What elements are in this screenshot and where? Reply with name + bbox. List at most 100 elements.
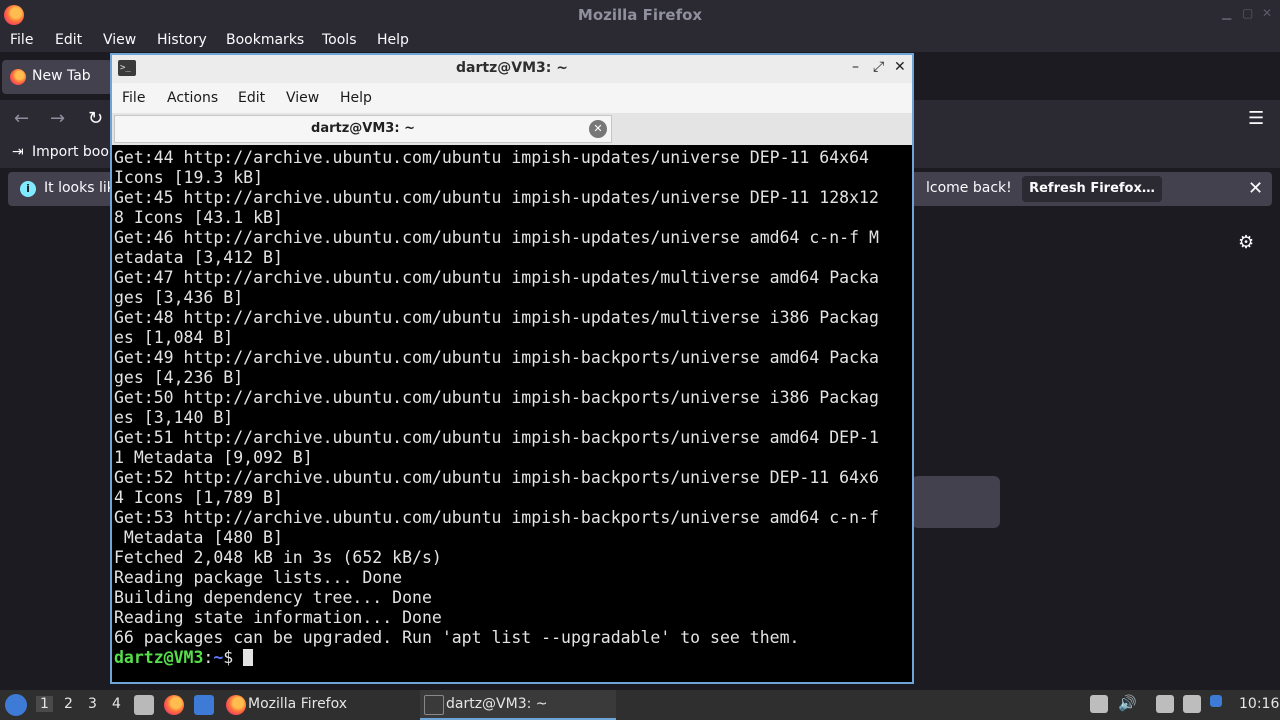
notification-message: It looks lik [44,180,115,196]
terminal-menu-actions[interactable]: Actions [167,90,218,106]
terminal-titlebar[interactable]: >_ dartz@VM3: ~ – ⤢ ✕ [112,55,912,83]
firefox-launcher-icon[interactable] [164,695,184,715]
workspace-3[interactable]: 3 [88,696,97,712]
terminal-line: 66 packages can be upgraded. Run 'apt li… [114,628,800,647]
terminal-line: 8 Icons [43.1 kB] [114,208,283,227]
menu-view[interactable]: View [103,32,136,48]
task-firefox[interactable]: Mozilla Firefox [222,690,412,720]
terminal-line: Get:46 http://archive.ubuntu.com/ubuntu … [114,228,879,247]
workspace-1[interactable]: 1 [36,696,53,712]
terminal-line: Get:51 http://archive.ubuntu.com/ubuntu … [114,428,879,447]
content-card[interactable] [912,476,1000,528]
hamburger-menu-icon[interactable]: ☰ [1248,108,1264,129]
terminal-line: etadata [3,412 B] [114,248,283,267]
terminal-line: Get:53 http://archive.ubuntu.com/ubuntu … [114,508,879,527]
terminal-line: es [1,084 B] [114,328,234,347]
import-icon: ⇥ [12,144,24,160]
terminal-tab-label: dartz@VM3: ~ [311,121,415,136]
task-label: dartz@VM3: ~ [446,696,548,712]
forward-icon[interactable]: → [50,108,65,129]
terminal-line: Get:44 http://archive.ubuntu.com/ubuntu … [114,148,869,167]
prompt-path: ~ [213,648,224,667]
terminal-line: Metadata [480 B] [114,528,283,547]
prompt-user: dartz@VM3 [114,648,204,667]
taskbar: 1 2 3 4 Mozilla Firefox dartz@VM3: ~ 🔊 1… [0,690,1280,720]
info-icon: i [20,181,36,197]
update-notifier-icon[interactable] [1210,695,1222,707]
import-bookmarks-link[interactable]: Import book [32,144,117,160]
prompt-symbol: $ [223,648,234,667]
show-desktop-icon[interactable] [194,695,214,715]
firefox-menubar: File Edit View History Bookmarks Tools H… [0,30,1280,52]
workspace-2[interactable]: 2 [64,696,73,712]
terminal-output[interactable]: Get:44 http://archive.ubuntu.com/ubuntu … [112,145,912,682]
url-bar[interactable] [913,204,1233,232]
terminal-line: 1 Metadata [9,092 B] [114,448,313,467]
workspace-4[interactable]: 4 [112,696,121,712]
close-icon[interactable]: ✕ [1262,6,1272,20]
minimize-icon[interactable]: – [852,59,859,75]
firefox-titlebar: Mozilla Firefox ▁ ▢ ✕ [0,0,1280,30]
terminal-line: Get:50 http://archive.ubuntu.com/ubuntu … [114,388,879,407]
terminal-tabbar: dartz@VM3: ~ ✕ [112,113,912,145]
terminal-line: es [3,140 B] [114,408,234,427]
maximize-icon[interactable]: ⤢ [873,59,884,75]
prompt-line: dartz@VM3:~$ [114,648,879,668]
prompt-separator: : [203,648,214,667]
close-icon[interactable]: ✕ [1248,178,1263,199]
volume-icon[interactable]: 🔊 [1118,694,1137,712]
terminal-line: Icons [19.3 kB] [114,168,264,187]
terminal-menu-edit[interactable]: Edit [238,90,265,106]
menu-file[interactable]: File [10,32,33,48]
desktop: Mozilla Firefox ▁ ▢ ✕ File Edit View His… [0,0,1280,720]
task-terminal[interactable]: dartz@VM3: ~ [420,690,616,720]
terminal-tab[interactable]: dartz@VM3: ~ ✕ [114,115,612,143]
terminal-text: Get:44 http://archive.ubuntu.com/ubuntu … [114,148,879,668]
gear-icon[interactable]: ⚙ [1238,232,1254,253]
minimize-icon[interactable]: ▁ [1222,6,1231,20]
refresh-firefox-button[interactable]: Refresh Firefox… [1022,176,1162,202]
terminal-menubar: File Actions Edit View Help [112,83,912,113]
reload-icon[interactable]: ↻ [88,108,103,129]
terminal-icon [424,695,444,715]
terminal-line: Get:45 http://archive.ubuntu.com/ubuntu … [114,188,879,207]
back-icon[interactable]: ← [14,108,29,129]
terminal-menu-file[interactable]: File [122,90,145,106]
menu-help[interactable]: Help [377,32,409,48]
terminal-line: Building dependency tree... Done [114,588,432,607]
terminal-menu-view[interactable]: View [286,90,319,106]
terminal-title: dartz@VM3: ~ [456,60,568,76]
terminal-line: Get:48 http://archive.ubuntu.com/ubuntu … [114,308,879,327]
terminal-line: 4 Icons [1,789 B] [114,488,283,507]
terminal-line: Reading state information... Done [114,608,442,627]
terminal-line: Reading package lists... Done [114,568,403,587]
terminal-menu-help[interactable]: Help [340,90,372,106]
file-manager-icon[interactable] [134,695,154,715]
clock[interactable]: 10:16 [1239,696,1279,712]
menu-edit[interactable]: Edit [55,32,82,48]
maximize-icon[interactable]: ▢ [1242,6,1253,20]
close-icon[interactable]: ✕ [894,59,906,75]
terminal-line: Get:52 http://archive.ubuntu.com/ubuntu … [114,468,879,487]
terminal-line: Get:49 http://archive.ubuntu.com/ubuntu … [114,348,879,367]
clipboard-icon[interactable] [1156,695,1174,713]
close-tab-icon[interactable]: ✕ [589,120,607,138]
terminal-window: >_ dartz@VM3: ~ – ⤢ ✕ File Actions Edit … [110,53,914,684]
terminal-lines: Get:44 http://archive.ubuntu.com/ubuntu … [114,148,879,648]
start-menu-icon[interactable] [5,694,27,716]
menu-bookmarks[interactable]: Bookmarks [226,32,304,48]
firefox-logo-icon [10,69,26,85]
tray-arrow-icon[interactable] [1090,695,1108,713]
menu-history[interactable]: History [157,32,207,48]
tab-label: New Tab [32,68,91,84]
task-label: Mozilla Firefox [248,696,348,712]
tab-new-tab[interactable]: New Tab [2,60,112,94]
terminal-line: ges [4,236 B] [114,368,244,387]
menu-tools[interactable]: Tools [322,32,357,48]
text-cursor [243,649,254,666]
network-icon[interactable] [1183,695,1201,713]
terminal-line: Fetched 2,048 kB in 3s (652 kB/s) [114,548,442,567]
terminal-line: Get:47 http://archive.ubuntu.com/ubuntu … [114,268,879,287]
firefox-logo-icon [226,695,246,715]
notification-message-end: lcome back! [926,180,1012,196]
